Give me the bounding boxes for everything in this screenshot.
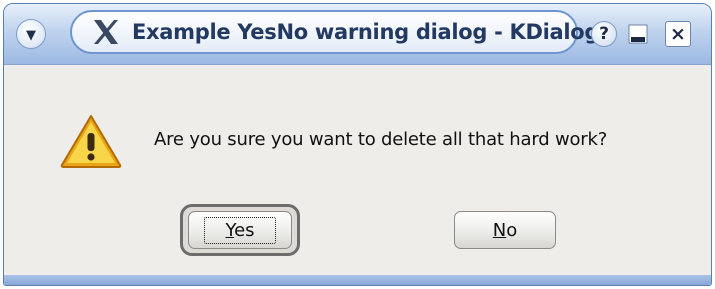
x-window-system-icon — [94, 20, 118, 44]
window-menu-button[interactable]: ▼ — [16, 19, 46, 49]
close-button[interactable]: × — [665, 21, 691, 47]
dialog-window: ▼ Example YesNo warning dialog - KDialog… — [3, 3, 712, 286]
help-icon: ? — [599, 24, 609, 44]
title-bar[interactable]: ▼ Example YesNo warning dialog - KDialog… — [4, 4, 711, 65]
chevron-down-icon: ▼ — [26, 27, 36, 43]
yes-button-label: Yes — [204, 216, 276, 244]
help-button[interactable]: ? — [591, 21, 617, 47]
no-button-label: No — [492, 219, 518, 241]
minimize-button[interactable] — [625, 21, 651, 47]
window-bottom-border — [4, 275, 711, 285]
title-pill: Example YesNo warning dialog - KDialog — [70, 10, 599, 54]
window-title: Example YesNo warning dialog - KDialog — [132, 20, 600, 44]
minimize-icon — [628, 24, 648, 44]
close-icon: × — [670, 23, 686, 45]
yes-button[interactable]: Yes — [188, 211, 292, 249]
warning-icon — [60, 115, 122, 168]
dialog-message: Are you sure you want to delete all that… — [154, 129, 608, 150]
no-button[interactable]: No — [454, 211, 556, 249]
